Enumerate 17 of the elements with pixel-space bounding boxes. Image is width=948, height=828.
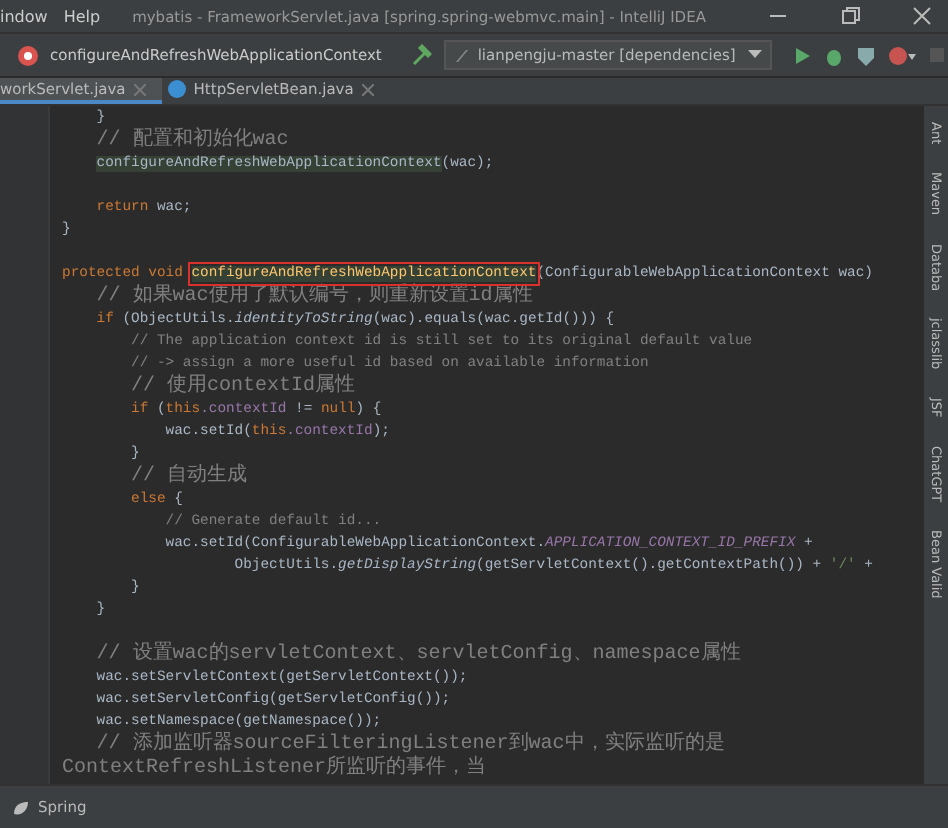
menu-item[interactable]: Help — [63, 7, 101, 25]
code-line: // 使用contextId属性 — [129, 376, 358, 400]
code-line: // 添加监听器sourceFilteringListener到wac中，实际监听的是ContextRefreshListener所监听的事件，当 — [62, 734, 727, 780]
shield-icon[interactable] — [855, 45, 876, 65]
close-icon[interactable] — [912, 6, 932, 26]
restore-icon[interactable] — [840, 6, 860, 26]
code-line: // 配置和初始化wac — [94, 130, 291, 154]
hammer-icon[interactable] — [409, 44, 432, 66]
caret-icon — [747, 50, 762, 60]
class-icon — [167, 80, 186, 98]
close-icon[interactable] — [361, 83, 374, 95]
code-line: // 设置wac的servletContext、servletConfig、namespace属性 — [94, 644, 743, 668]
method-icon — [18, 45, 38, 65]
code-line: // 自动生成 — [129, 466, 250, 490]
leaf-icon — [12, 799, 30, 815]
run-icon[interactable] — [791, 45, 812, 65]
menu-item[interactable]: indow — [0, 7, 48, 25]
